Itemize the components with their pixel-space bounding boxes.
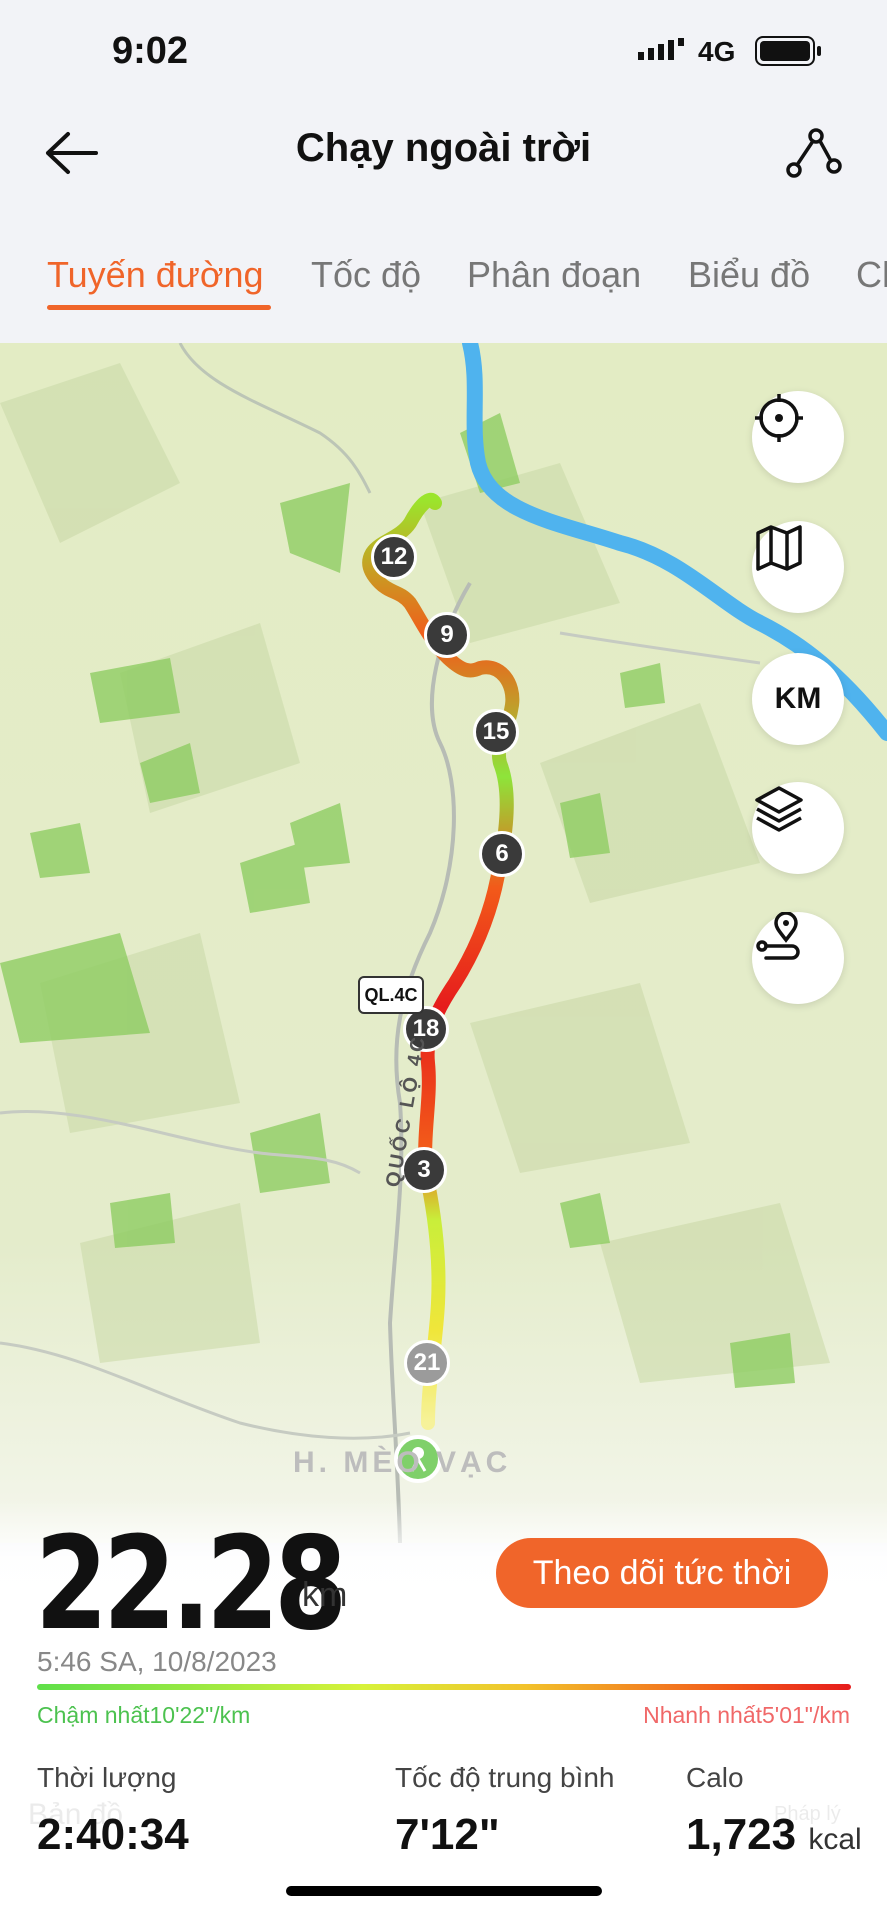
live-tracking-button[interactable]: Theo dõi tức thời	[496, 1538, 828, 1608]
km-marker[interactable]: 9	[424, 612, 470, 658]
km-marker[interactable]: 15	[473, 709, 519, 755]
network-type: 4G	[698, 36, 736, 67]
status-time: 9:02	[112, 30, 189, 72]
page-title: Chạy ngoài trời	[295, 126, 592, 170]
route-map[interactable]: 12 9 15 6 18 3 21 QL.4C QUỐC LỘ 4C H. MÈ…	[0, 343, 887, 1543]
home-indicator	[286, 1886, 602, 1896]
calories-number: 1,723	[686, 1810, 797, 1859]
duration-value: 2:40:34	[37, 1810, 189, 1859]
duration-label: Thời lượng	[37, 1762, 177, 1793]
map-icon	[756, 525, 802, 571]
place-label: H. MÈO VẠC	[293, 1446, 512, 1479]
activity-datetime: 5:46 SA, 10/8/2023	[37, 1646, 277, 1677]
status-bar: 9:02 4G	[0, 0, 887, 100]
slowest-pace: Chậm nhất10'22"/km	[37, 1702, 251, 1728]
calories-unit: kcal	[808, 1823, 862, 1856]
calories-label: Calo	[686, 1762, 744, 1793]
km-marker[interactable]: 21	[404, 1340, 450, 1386]
active-tab-indicator	[47, 305, 271, 310]
layers-button[interactable]	[752, 782, 844, 874]
fastest-pace: Nhanh nhất5'01"/km	[643, 1702, 850, 1728]
avg-pace-label: Tốc độ trung bình	[395, 1762, 615, 1793]
tab-segments[interactable]: Phân đoạn	[467, 254, 641, 296]
tab-route[interactable]: Tuyến đường	[47, 254, 264, 296]
distance-unit: km	[302, 1576, 348, 1614]
map-type-button[interactable]	[752, 521, 844, 613]
signal-icon	[638, 38, 684, 60]
route-share-icon[interactable]	[782, 120, 844, 182]
road-badge: QL.4C	[358, 976, 424, 1014]
calories-value: 1,723 kcal	[686, 1810, 862, 1860]
km-marker[interactable]: 6	[479, 831, 525, 877]
distance-value: 22.28	[35, 1510, 347, 1659]
avg-pace-value: 7'12"	[395, 1810, 500, 1859]
route-pin-button[interactable]	[752, 912, 844, 1004]
tab-bar: Tuyến đường Tốc độ Phân đoạn Biểu đồ Ch	[0, 240, 887, 320]
tab-pace[interactable]: Tốc độ	[311, 254, 421, 296]
crosshair-icon	[755, 394, 803, 442]
km-label: KM	[774, 682, 822, 715]
km-marker[interactable]: 12	[371, 534, 417, 580]
route-pin-icon	[756, 912, 800, 960]
pace-color-scale	[37, 1684, 851, 1690]
locate-button[interactable]	[752, 391, 844, 483]
layers-icon	[755, 786, 803, 832]
tab-charts[interactable]: Biểu đồ	[688, 254, 810, 296]
battery-icon	[755, 36, 821, 66]
tab-more[interactable]: Ch	[856, 254, 887, 296]
header: Chạy ngoài trời	[0, 100, 887, 200]
unit-km-button[interactable]: KM	[752, 653, 844, 745]
